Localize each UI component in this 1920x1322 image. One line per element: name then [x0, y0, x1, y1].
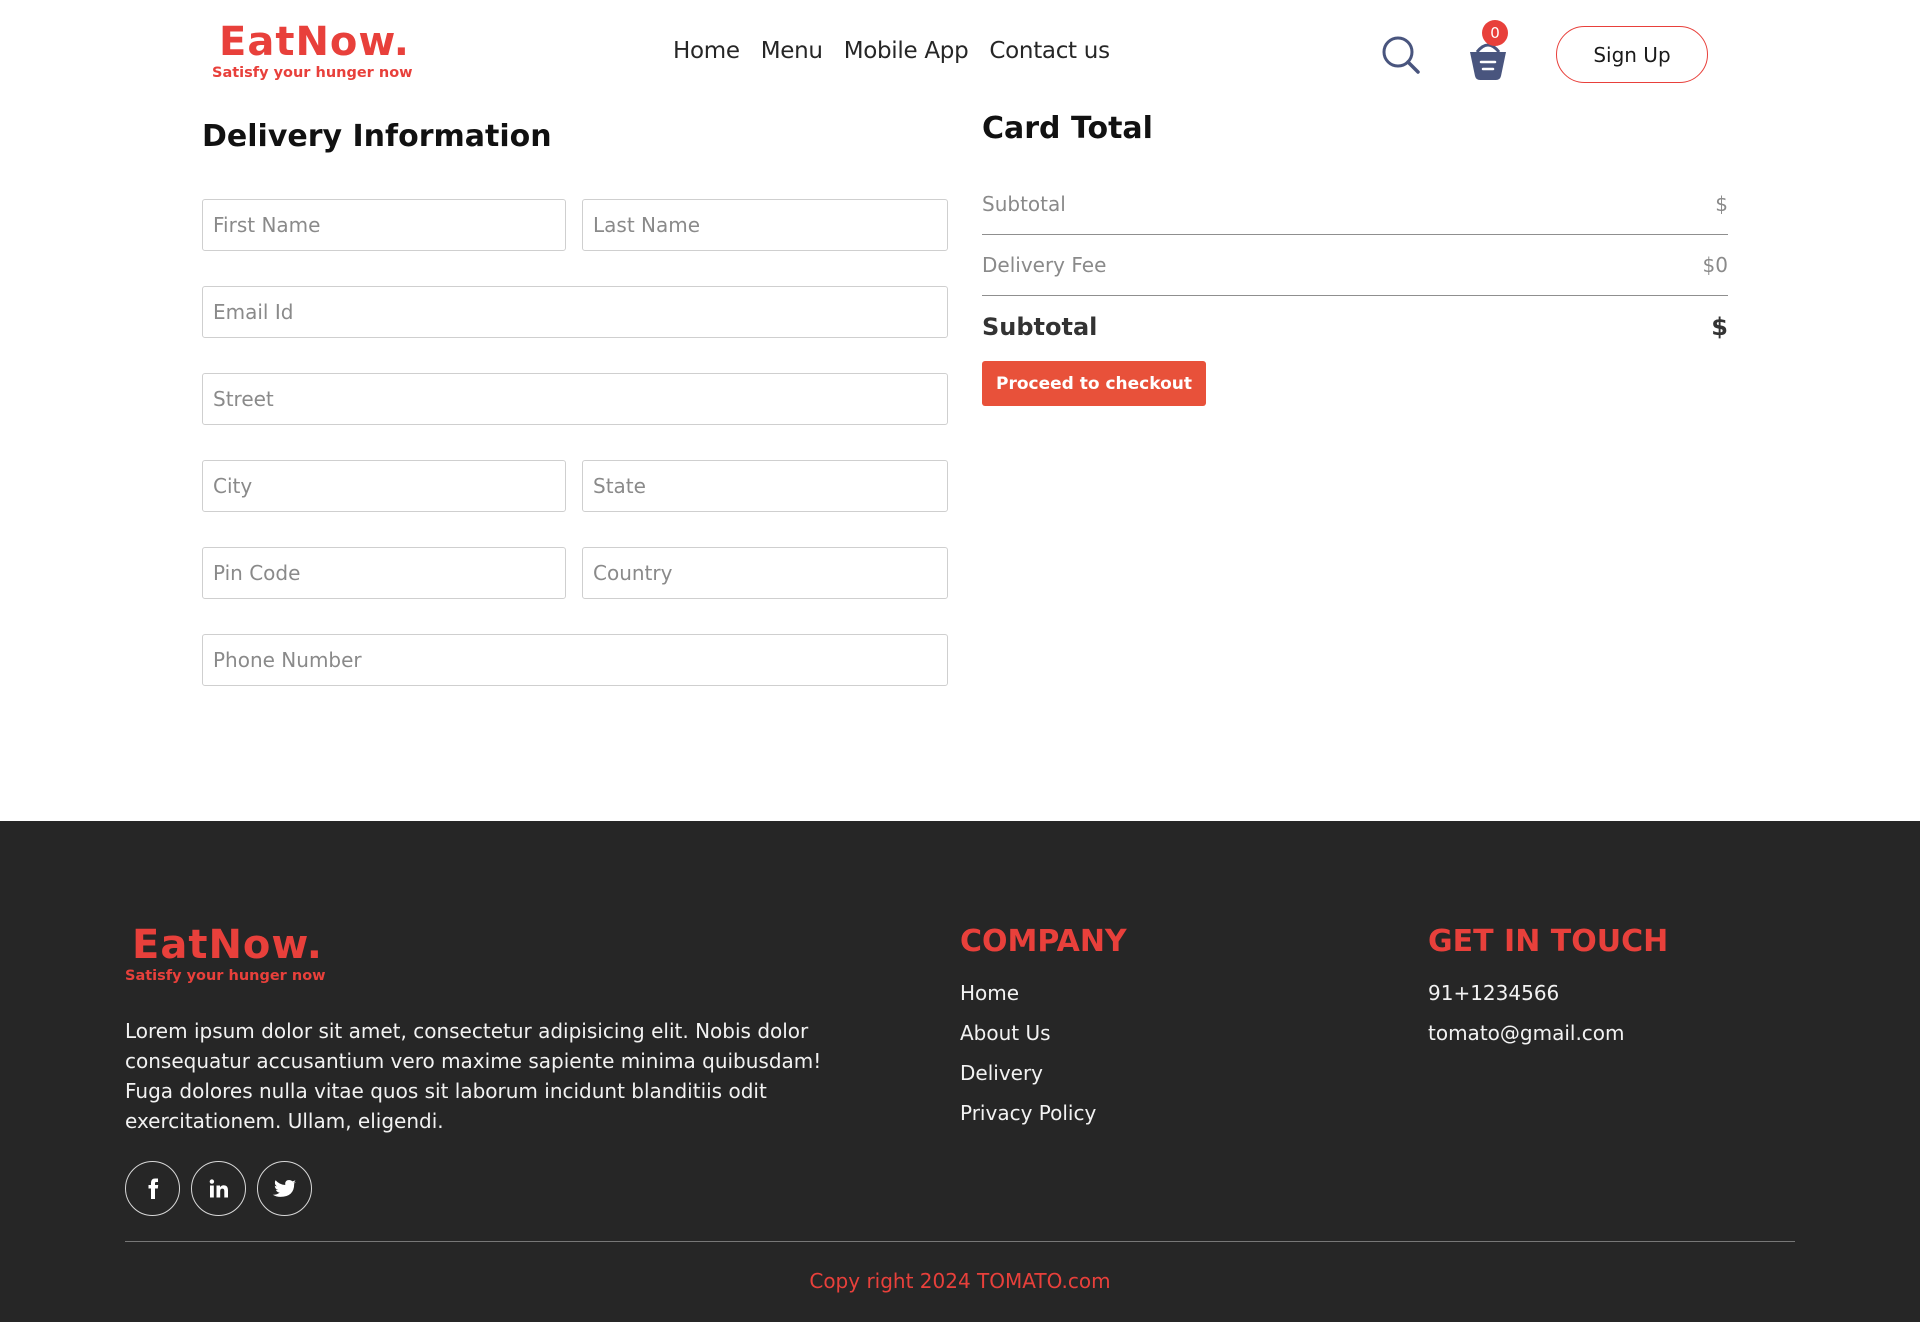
social-links — [125, 1161, 312, 1216]
cart-count-badge: 0 — [1482, 20, 1508, 46]
email-field[interactable]: Email Id — [202, 286, 948, 338]
total-label: Subtotal — [982, 313, 1098, 341]
cart-button[interactable]: 0 — [1465, 20, 1515, 80]
footer-link-delivery[interactable]: Delivery — [960, 1053, 1096, 1093]
phone-field[interactable]: Phone Number — [202, 634, 948, 686]
subtotal-value: $ — [1715, 192, 1728, 216]
nav-item-menu[interactable]: Menu — [761, 38, 823, 64]
delivery-fee-label: Delivery Fee — [982, 253, 1107, 277]
delivery-fee-value: $0 — [1702, 253, 1728, 277]
pin-code-field[interactable]: Pin Code — [202, 547, 566, 599]
delivery-fee-row: Delivery Fee $0 — [982, 253, 1728, 277]
delivery-title: Delivery Information — [202, 119, 552, 154]
brand-name: EatNow. — [132, 922, 323, 968]
contact-phone: 91+1234566 — [1428, 981, 1560, 1005]
footer-link-home[interactable]: Home — [960, 973, 1096, 1013]
company-heading: COMPANY — [960, 924, 1127, 959]
total-row: Subtotal $ — [982, 313, 1728, 341]
nav-item-home[interactable]: Home — [673, 38, 740, 64]
brand-tagline: Satisfy your hunger now — [212, 65, 413, 81]
company-links: Home About Us Delivery Privacy Policy — [960, 973, 1096, 1133]
facebook-icon[interactable] — [125, 1161, 180, 1216]
brand-tagline: Satisfy your hunger now — [125, 968, 326, 984]
linkedin-icon[interactable] — [191, 1161, 246, 1216]
site-footer: EatNow. Satisfy your hunger now Lorem ip… — [0, 821, 1920, 1322]
footer-description: Lorem ipsum dolor sit amet, consectetur … — [125, 1019, 822, 1133]
street-field[interactable]: Street — [202, 373, 948, 425]
contact-email[interactable]: tomato@gmail.com — [1428, 1013, 1625, 1053]
subtotal-row: Subtotal $ — [982, 192, 1728, 216]
divider — [982, 234, 1728, 235]
last-name-field[interactable]: Last Name — [582, 199, 948, 251]
footer-divider — [125, 1241, 1795, 1242]
footer-link-about-us[interactable]: About Us — [960, 1013, 1096, 1053]
site-header: EatNow. Satisfy your hunger now Home Men… — [0, 0, 1920, 110]
nav-item-contact[interactable]: Contact us — [989, 38, 1110, 64]
first-name-field[interactable]: First Name — [202, 199, 566, 251]
twitter-icon[interactable] — [257, 1161, 312, 1216]
totals-title: Card Total — [982, 111, 1153, 146]
brand-logo[interactable]: EatNow. Satisfy your hunger now — [212, 19, 413, 82]
contact-heading: GET IN TOUCH — [1428, 924, 1669, 959]
brand-name: EatNow. — [219, 19, 410, 65]
contact-info: 91+1234566 tomato@gmail.com — [1428, 973, 1625, 1053]
copyright-text: Copy right 2024 TOMATO.com — [809, 1269, 1111, 1293]
sign-up-button[interactable]: Sign Up — [1556, 26, 1708, 83]
total-value: $ — [1711, 313, 1728, 341]
nav-item-mobile-app[interactable]: Mobile App — [844, 38, 969, 64]
footer-logo[interactable]: EatNow. Satisfy your hunger now — [125, 922, 326, 985]
search-icon[interactable] — [1381, 35, 1421, 75]
state-field[interactable]: State — [582, 460, 948, 512]
country-field[interactable]: Country — [582, 547, 948, 599]
subtotal-label: Subtotal — [982, 192, 1066, 216]
divider — [982, 295, 1728, 296]
city-field[interactable]: City — [202, 460, 566, 512]
footer-link-privacy-policy[interactable]: Privacy Policy — [960, 1093, 1096, 1133]
proceed-to-checkout-button[interactable]: Proceed to checkout — [982, 361, 1206, 406]
main-nav: Home Menu Mobile App Contact us — [673, 38, 1110, 64]
